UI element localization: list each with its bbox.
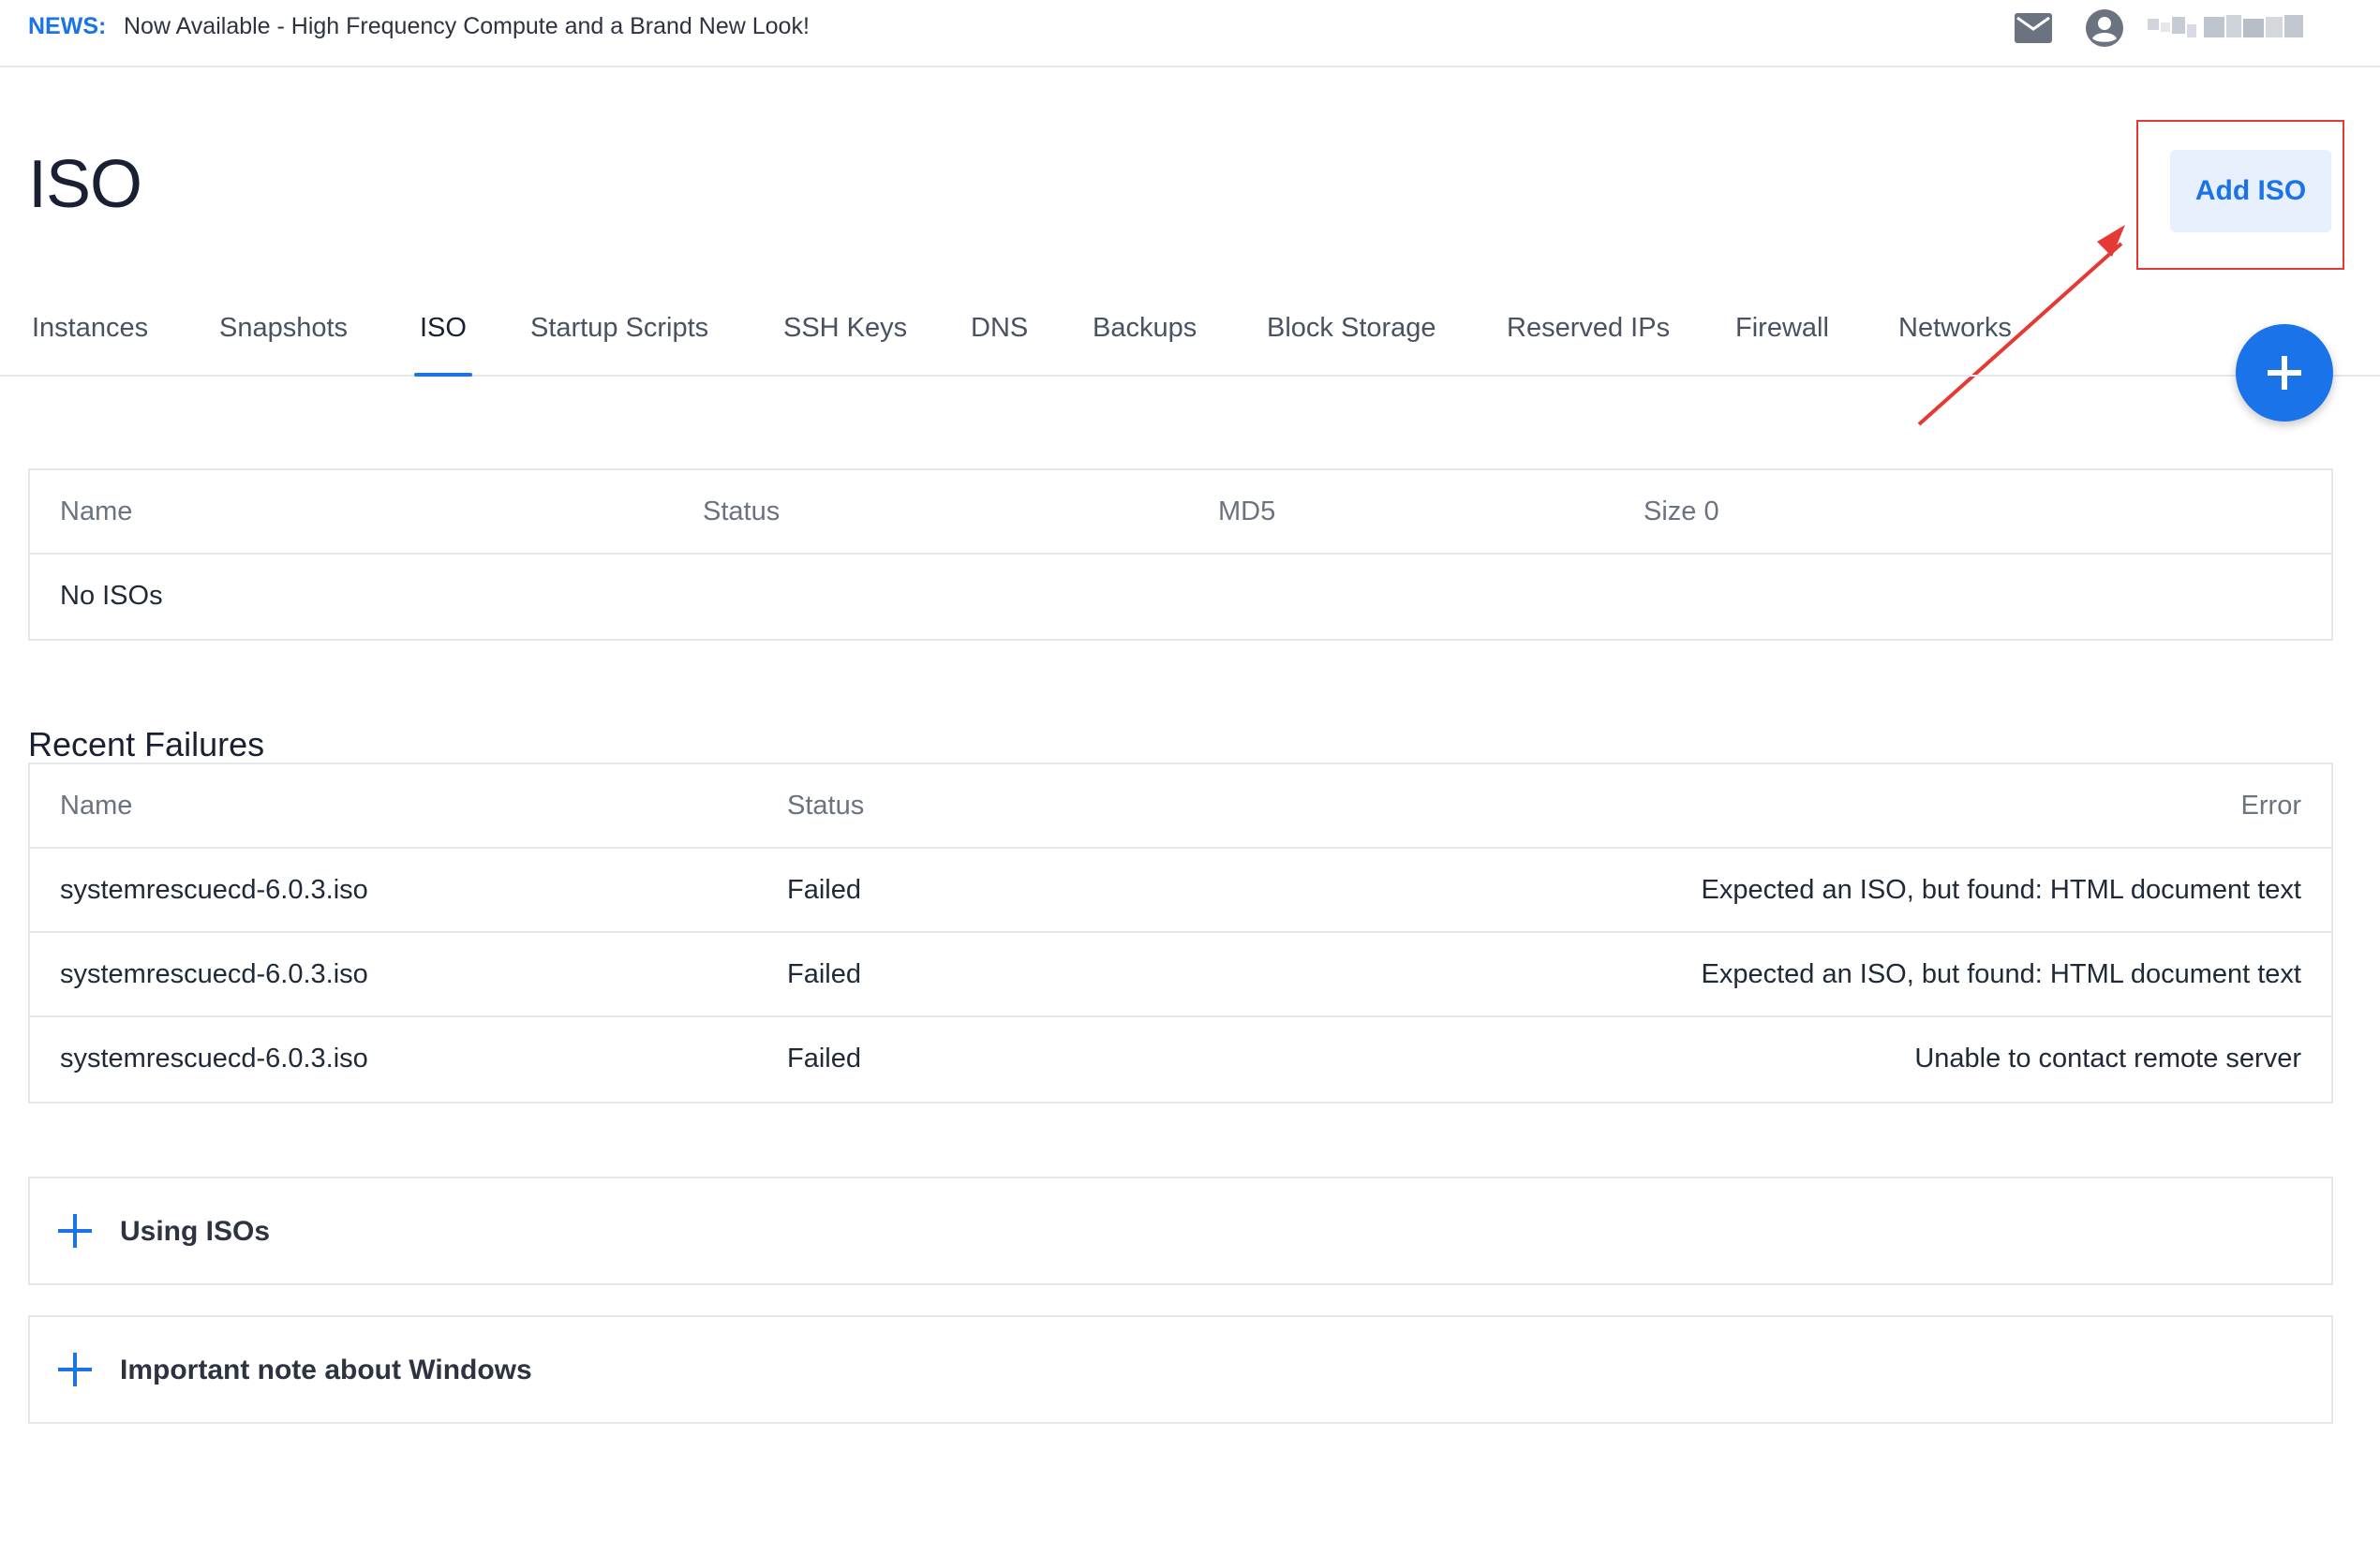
failure-name: systemrescuecd-6.0.3.iso bbox=[60, 1044, 368, 1074]
accordion-windows-note[interactable]: Important note about Windows bbox=[28, 1315, 2333, 1424]
column-header-status: Status bbox=[787, 791, 865, 821]
user-name-redacted[interactable] bbox=[2148, 13, 2307, 41]
tab-networks[interactable]: Networks bbox=[1898, 313, 2012, 377]
tab-bar: Instances Snapshots ISO Startup Scripts … bbox=[0, 304, 2380, 377]
floating-add-button[interactable] bbox=[2236, 324, 2333, 422]
failure-status: Failed bbox=[787, 1044, 861, 1074]
page-title: ISO bbox=[28, 147, 142, 222]
tab-firewall[interactable]: Firewall bbox=[1735, 313, 1829, 377]
failure-error: Expected an ISO, but found: HTML documen… bbox=[1701, 875, 2302, 905]
plus-icon bbox=[2268, 356, 2301, 390]
failure-status: Failed bbox=[787, 959, 861, 989]
table-row: systemrescuecd-6.0.3.iso Failed Expected… bbox=[30, 849, 2331, 933]
column-header-name: Name bbox=[60, 791, 133, 821]
tab-startup-scripts[interactable]: Startup Scripts bbox=[530, 313, 708, 377]
add-iso-button[interactable]: Add ISO bbox=[2170, 150, 2331, 232]
tab-backups[interactable]: Backups bbox=[1093, 313, 1197, 377]
accordion-using-isos[interactable]: Using ISOs bbox=[28, 1177, 2333, 1285]
table-row: systemrescuecd-6.0.3.iso Failed Expected… bbox=[30, 933, 2331, 1017]
table-row: systemrescuecd-6.0.3.iso Failed Unable t… bbox=[30, 1017, 2331, 1102]
column-header-md5[interactable]: MD5 bbox=[1218, 496, 1275, 527]
recent-failures-table: Name Status Error systemrescuecd-6.0.3.i… bbox=[28, 763, 2333, 1103]
tab-snapshots[interactable]: Snapshots bbox=[219, 313, 348, 377]
table-header-row: Name Status MD5 Size 0 bbox=[30, 470, 2331, 555]
accordion-label: Using ISOs bbox=[120, 1216, 271, 1247]
section-title-recent-failures: Recent Failures bbox=[28, 725, 265, 763]
plus-icon bbox=[58, 1353, 92, 1386]
failure-status: Failed bbox=[787, 875, 861, 905]
mail-icon[interactable] bbox=[2013, 11, 2054, 45]
failure-error: Unable to contact remote server bbox=[1914, 1044, 2301, 1074]
tab-dns[interactable]: DNS bbox=[971, 313, 1028, 377]
iso-table: Name Status MD5 Size 0 No ISOs bbox=[28, 468, 2333, 641]
news-link[interactable]: Now Available - High Frequency Compute a… bbox=[124, 13, 810, 40]
plus-icon bbox=[58, 1214, 92, 1248]
column-header-error: Error bbox=[2240, 791, 2301, 821]
news-label: NEWS: bbox=[28, 13, 107, 39]
column-header-status[interactable]: Status bbox=[703, 496, 780, 527]
tab-iso[interactable]: ISO bbox=[414, 313, 472, 377]
tab-instances[interactable]: Instances bbox=[32, 313, 148, 377]
failure-error: Expected an ISO, but found: HTML documen… bbox=[1701, 959, 2302, 989]
tab-block-storage[interactable]: Block Storage bbox=[1267, 313, 1436, 377]
news-bar: NEWS: Now Available - High Frequency Com… bbox=[0, 0, 2380, 67]
tab-ssh-keys[interactable]: SSH Keys bbox=[783, 313, 907, 377]
failure-name: systemrescuecd-6.0.3.iso bbox=[60, 959, 368, 989]
table-row: No ISOs bbox=[30, 555, 2331, 639]
column-header-size[interactable]: Size 0 bbox=[1644, 496, 1719, 527]
user-icon[interactable] bbox=[2084, 7, 2125, 49]
accordion-label: Important note about Windows bbox=[120, 1355, 532, 1385]
empty-state-text: No ISOs bbox=[60, 581, 163, 611]
table-header-row: Name Status Error bbox=[30, 764, 2331, 849]
column-header-name[interactable]: Name bbox=[60, 496, 132, 527]
tab-reserved-ips[interactable]: Reserved IPs bbox=[1507, 313, 1670, 377]
failure-name: systemrescuecd-6.0.3.iso bbox=[60, 875, 368, 905]
